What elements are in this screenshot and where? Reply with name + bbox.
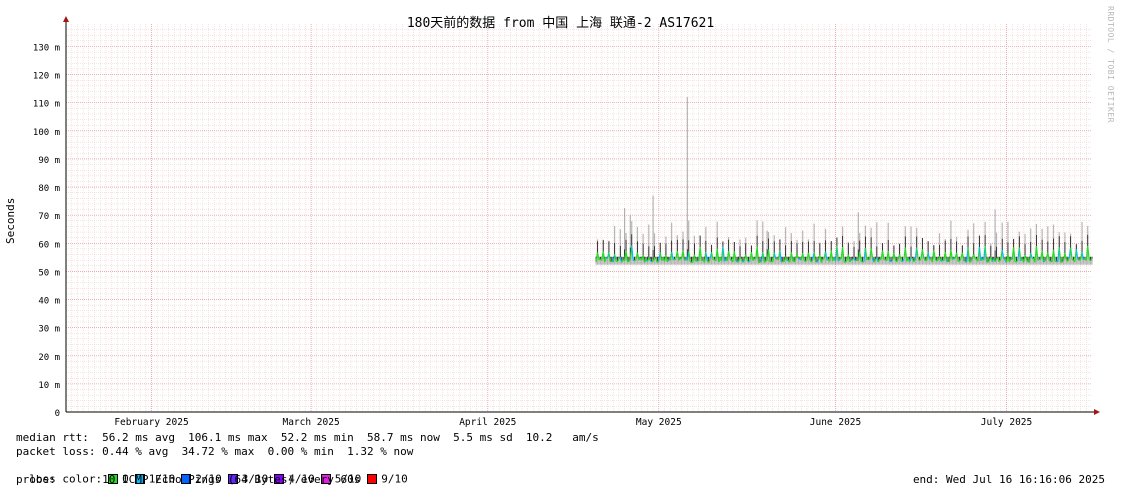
y-tick-label: 120 m [33,72,60,82]
median-segment [936,259,939,262]
x-tick-label: April 2025 [459,417,516,428]
smoke-band [595,97,1093,265]
x-tick-label: March 2025 [282,417,339,428]
x-tick-label: July 2025 [981,417,1032,428]
y-tick-label: 70 m [38,212,60,222]
y-tick-label: 50 m [38,268,60,278]
x-axis-arrow [1094,409,1100,415]
y-tick-label: 20 m [38,353,60,363]
median-segment [850,259,853,261]
median-segment [1071,258,1074,261]
y-tick-label: 90 m [38,156,60,166]
median-segment [822,258,825,261]
median-segment [1014,260,1017,263]
median-segment [775,258,778,260]
median-segment [860,260,863,263]
median-line [595,245,1093,263]
y-tick-label: 60 m [38,240,60,250]
loss-color-value: 9/10 [381,472,408,486]
median-segment [651,260,654,263]
median-segment [996,257,999,260]
grid [65,24,1092,413]
x-tick-labels: February 2025 March 2025 April 2025 May 202… [114,417,1032,428]
median-segment [866,258,869,261]
y-tick-label: 130 m [33,43,60,53]
y-tick-label: 10 m [38,381,60,391]
median-segment [736,260,739,263]
y-tick-labels: 0 10 m 20 m 30 m 40 m 50 m 60 m 70 m 80 m 90 m 100… [33,43,60,419]
median-segment [1037,258,1040,261]
y-tick-label: 40 m [38,297,60,307]
median-segment [674,258,677,261]
smokeping-chart: 0 10 m 20 m 30 m 40 m 50 m 60 m 70 m 80 m 90 m 100… [33,16,1100,428]
median-segment [759,260,762,263]
y-tick-label: 110 m [33,100,60,110]
median-segment [952,258,955,260]
x-tick-label: May 2025 [636,417,682,428]
median-segment [910,257,913,260]
median-segment [689,261,692,263]
packet-loss-line: packet loss: 0.44 % avg 34.72 % max 0.00… [16,445,414,458]
chart-title: 180天前的数据 from 中国 上海 联通-2 AS17621 [406,16,715,31]
rrdtool-watermark: RRDTOOL / TOBI OETIKER [1106,6,1115,123]
probe-line: probe: 10 ICMP Echo Pings (64 Bytes) eve… [16,473,361,486]
y-axis-label: Seconds [4,197,17,244]
median-segment [1043,260,1046,263]
median-segment [765,259,768,262]
y-tick-label: 30 m [38,325,60,335]
y-tick-label: 0 [55,409,60,419]
axes [63,16,1100,415]
median-segment [679,257,682,260]
median-rtt-line: median rtt: 56.2 ms avg 106.1 ms max 52.… [16,431,599,444]
loss-legend-item: 9/10 [361,472,408,486]
x-tick-label: June 2025 [810,417,861,428]
y-tick-label: 100 m [33,128,60,138]
loss-color-swatch [367,474,378,485]
end-time: end: Wed Jul 16 16:16:06 2025 [912,473,1105,486]
x-tick-label: February 2025 [114,417,188,428]
y-tick-label: 80 m [38,184,60,194]
